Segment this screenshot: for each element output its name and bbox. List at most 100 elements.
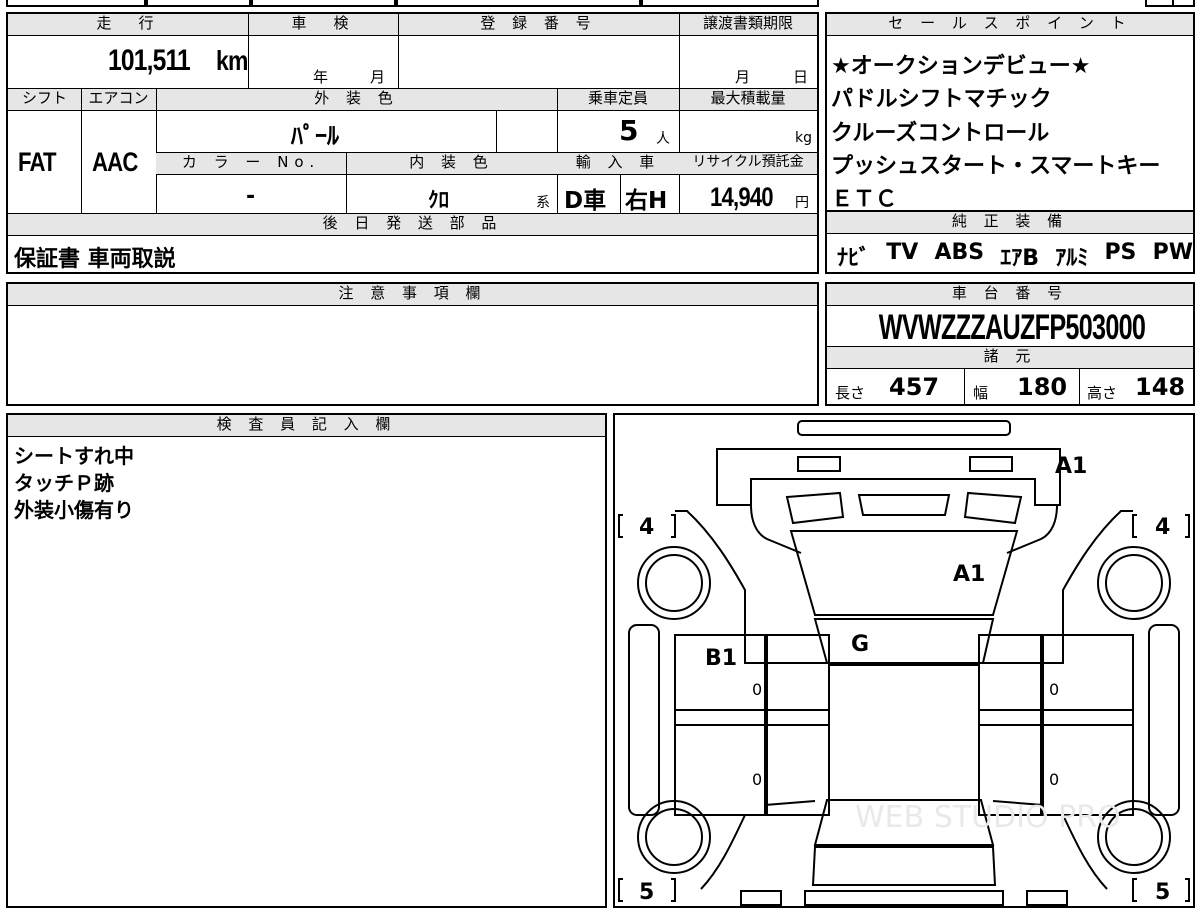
door-zero-1: 0 — [752, 680, 762, 699]
notes-header: 注 意 事 項 欄 — [8, 284, 817, 306]
sales-point-3: クルーズコントロール — [831, 121, 1050, 146]
sales-point-5: ＥＴＣ — [831, 187, 898, 212]
color-no-value: - — [246, 184, 256, 209]
later-parts-value: 保証書 車両取説 — [14, 247, 176, 272]
equipment-alloy: ｱﾙﾐ — [1055, 246, 1089, 271]
shift-header: シフト — [8, 89, 81, 111]
door-zero-2: 0 — [752, 770, 762, 789]
notes-box: 注 意 事 項 欄 — [6, 282, 819, 406]
sales-point-2: パドルシフトマチック — [831, 87, 1052, 112]
front-lamp-left — [797, 456, 841, 472]
capacity-unit: 人 — [656, 131, 670, 147]
roof — [828, 664, 980, 801]
interior-color-header: 内 装 色 — [346, 153, 557, 175]
chassis-box: 車 台 番 号 WVWZZZAUZFP503000 諸 元 長さ 457 幅 1… — [825, 282, 1195, 406]
door-zero-3: 0 — [1049, 680, 1059, 699]
mileage-value-cell: 101,511 km — [108, 44, 248, 84]
equipment-navi: ﾅﾋﾞ — [837, 246, 871, 271]
sales-points-box: セ ー ル ス ポ イ ン ト ★オークションデビュー★ パドルシフトマチック … — [825, 12, 1195, 212]
equipment-ps: PS — [1104, 240, 1137, 265]
windshield — [813, 618, 995, 664]
import-value: D車 — [564, 188, 607, 214]
equipment-pw: PW — [1152, 240, 1193, 265]
sales-point-1: ★オークションデビュー★ — [831, 54, 1091, 79]
transfer-day-label: 日 — [793, 68, 809, 86]
tire-front-right-outer — [1097, 546, 1171, 620]
recycle-unit: 円 — [795, 195, 809, 211]
sales-point-4: プッシュスタート・スマートキー — [831, 154, 1161, 179]
exterior-color-header: 外 装 色 — [156, 89, 557, 111]
top-strip-2 — [146, 0, 251, 7]
trunk — [811, 846, 997, 886]
later-parts-header: 後 日 発 送 部 品 — [8, 214, 817, 236]
inspector-notes: シートすれ中 タッチＰ跡 外装小傷有り — [14, 443, 134, 524]
car-diagram: WEB STUDIO PRO 4 4 5 5 A1 A1 G B1 0 0 0 … — [618, 420, 1190, 906]
aircon-header: エアコン — [81, 89, 156, 111]
height-value: 148 — [1135, 373, 1186, 401]
tire-rear-right-depth: 5 — [1155, 880, 1170, 905]
width-value: 180 — [1017, 373, 1068, 401]
shift-value: FAT — [18, 147, 57, 177]
inspector-line-2: タッチＰ跡 — [14, 471, 114, 495]
recycle-value: 14,940 — [710, 182, 774, 212]
top-strip-3 — [251, 0, 396, 7]
tire-front-right-inner — [1105, 554, 1163, 612]
tire-front-right-depth: 4 — [1155, 515, 1170, 540]
steering-value: 右H — [625, 188, 668, 214]
rear-bumper — [804, 890, 1004, 906]
front-bumper-mark: A1 — [1055, 454, 1087, 479]
top-strip-1 — [6, 0, 146, 7]
top-strip-5 — [641, 0, 819, 7]
left-sill — [628, 624, 660, 816]
tire-front-left-depth: 4 — [639, 515, 654, 540]
headlight-right — [963, 491, 1023, 525]
max-load-header: 最大積載量 — [679, 89, 817, 111]
capacity-value: 5 — [619, 114, 639, 147]
height-label: 高さ — [1087, 384, 1118, 402]
headlight-left — [785, 491, 845, 525]
equipment-airbag: ｴｱB — [1000, 246, 1040, 271]
watermark: WEB STUDIO PRO — [855, 800, 1121, 835]
tire-rear-left-inner — [645, 808, 703, 866]
mileage-header: 走 行 — [8, 14, 248, 36]
transfer-month-label: 月 — [735, 68, 751, 86]
inspector-line-1: シートすれ中 — [14, 444, 134, 468]
equipment-box: 純 正 装 備 ﾅﾋﾞ TV ABS ｴｱB ｱﾙﾐ PS PW — [825, 210, 1195, 274]
front-lamp-right — [969, 456, 1013, 472]
inspection-month-label: 月 — [370, 68, 386, 86]
specs-header: 諸 元 — [827, 347, 1193, 369]
mileage-unit: km — [216, 45, 248, 76]
top-strip-7 — [1172, 0, 1195, 7]
tire-rear-left-depth: 5 — [639, 880, 654, 905]
length-value: 457 — [889, 373, 940, 401]
vehicle-info-box: 走 行 車 検 登 録 番 号 譲渡書類期限 101,511 km 年 月 月 … — [6, 12, 819, 274]
interior-color-value: ｸﾛ — [428, 188, 449, 212]
recycle-header: リサイクル預託金 — [679, 153, 817, 175]
inspector-box: 検 査 員 記 入 欄 シートすれ中 タッチＰ跡 外装小傷有り — [6, 413, 607, 908]
equipment-abs: ABS — [934, 240, 985, 265]
front-bumper-top — [797, 420, 1011, 436]
length-label: 長さ — [835, 384, 866, 402]
inspector-header: 検 査 員 記 入 欄 — [8, 415, 605, 437]
grille — [857, 494, 951, 516]
left-front-door-mark: B1 — [705, 646, 737, 671]
inspector-line-3: 外装小傷有り — [14, 498, 134, 522]
import-header: 輸 入 車 — [557, 153, 679, 175]
chassis-number-cell: WVWZZZAUZFP503000 — [827, 308, 1193, 348]
exterior-color-value: ﾊﾟｰﾙ — [291, 122, 339, 150]
chassis-header: 車 台 番 号 — [827, 284, 1193, 306]
equipment-tv: TV — [886, 240, 919, 265]
hood-mark: A1 — [953, 562, 985, 587]
max-load-unit: kg — [795, 130, 812, 146]
windshield-mark: G — [851, 632, 869, 657]
car-diagram-box: WEB STUDIO PRO 4 4 5 5 A1 A1 G B1 0 0 0 … — [613, 413, 1195, 908]
door-zero-4: 0 — [1049, 770, 1059, 789]
aircon-value: AAC — [92, 147, 138, 177]
tire-front-left-inner — [645, 554, 703, 612]
mileage-value: 101,511 — [108, 44, 191, 77]
transfer-deadline-header: 譲渡書類期限 — [679, 14, 817, 36]
top-strip-4 — [396, 0, 641, 7]
right-sill — [1148, 624, 1180, 816]
color-no-header: カ ラ ー No. — [156, 153, 346, 175]
capacity-header: 乗車定員 — [557, 89, 679, 111]
